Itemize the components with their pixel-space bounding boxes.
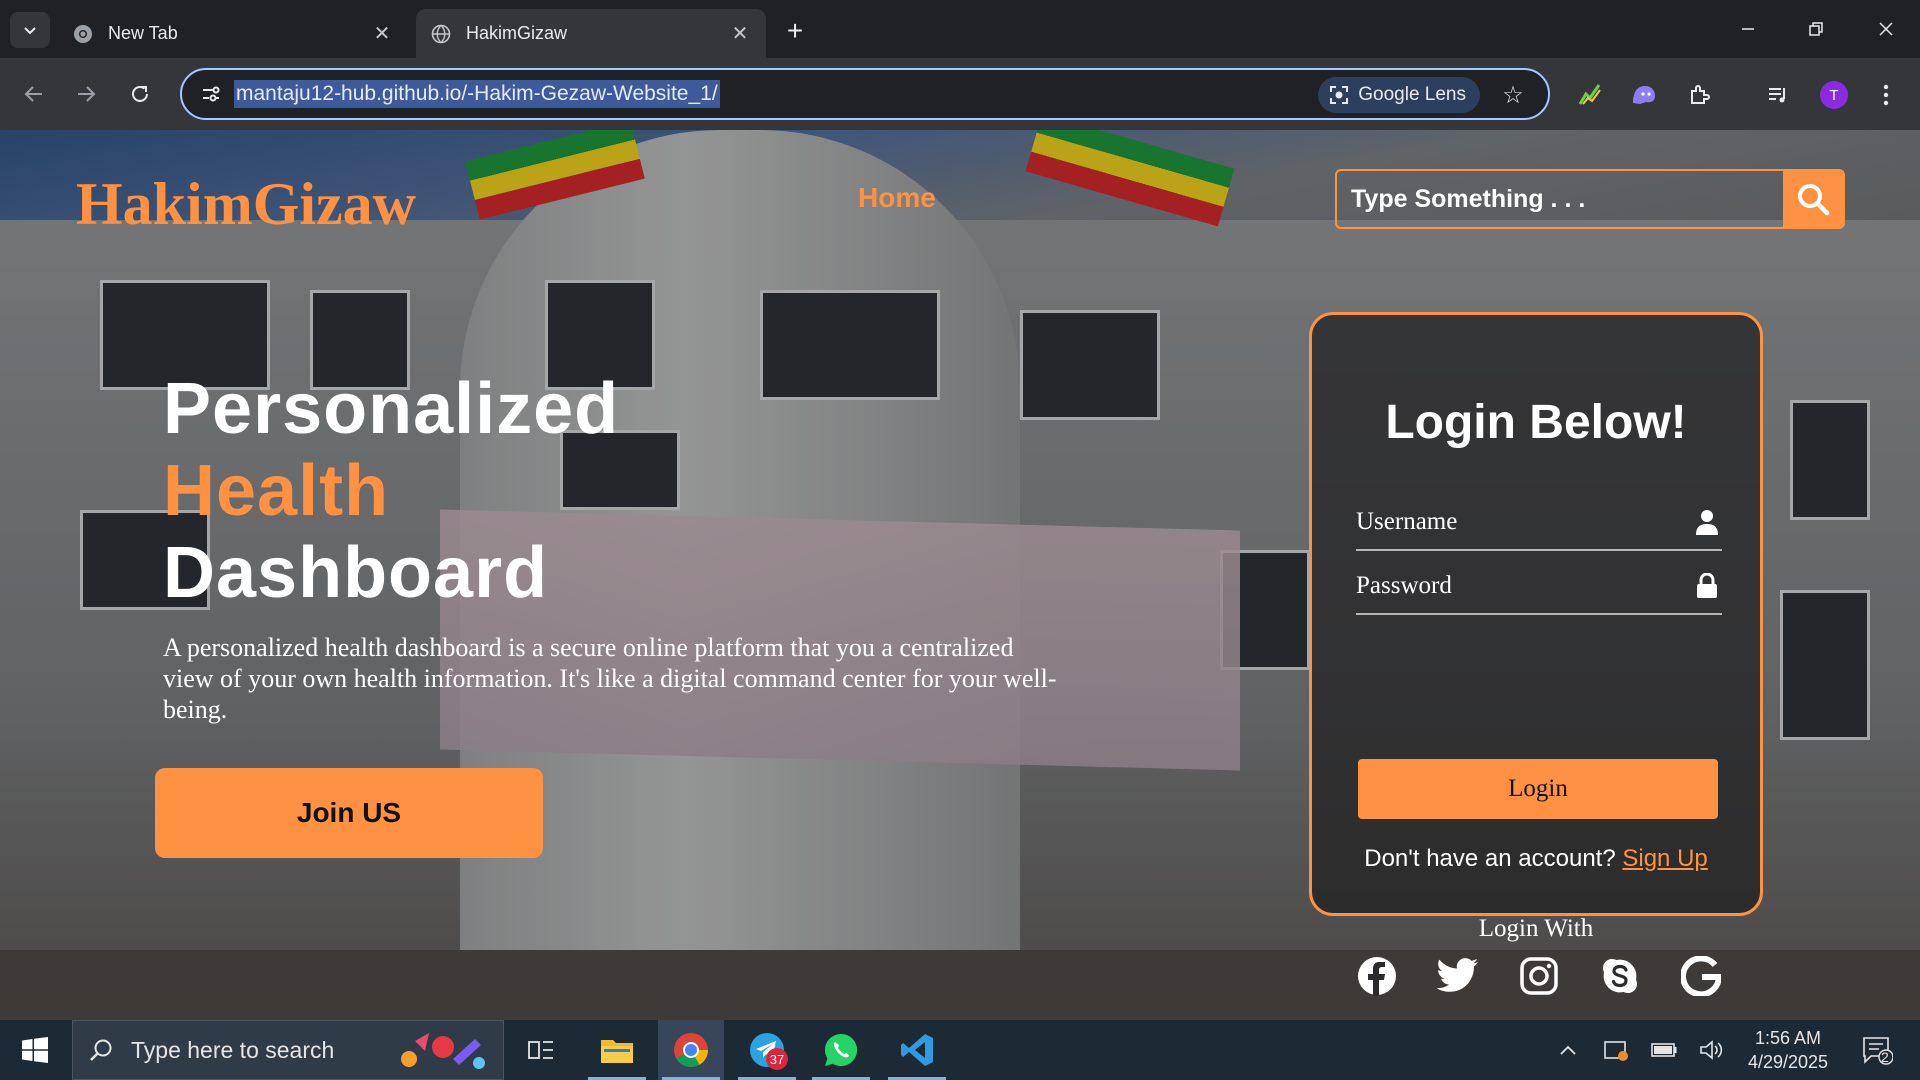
site-logo[interactable]: HakimGizaw <box>76 170 416 239</box>
restore-button[interactable] <box>1788 8 1844 50</box>
login-title: Login Below! <box>1385 396 1687 449</box>
minimize-icon <box>1742 28 1754 30</box>
show-hidden-icons[interactable] <box>1550 1020 1586 1080</box>
url-text[interactable]: mantaju12-hub.github.io/-Hakim-Gezaw-Web… <box>234 80 720 108</box>
reading-list-icon[interactable] <box>1758 75 1798 115</box>
start-button[interactable] <box>0 1020 70 1080</box>
social-login-row <box>1356 955 1722 997</box>
windows-icon <box>22 1037 48 1063</box>
close-window-button[interactable] <box>1858 8 1914 50</box>
chrome-icon <box>72 23 94 45</box>
file-explorer-button[interactable] <box>584 1020 650 1080</box>
arrow-right-icon <box>78 86 96 102</box>
password-label: Password <box>1356 572 1452 599</box>
nav-home-link[interactable]: Home <box>858 182 936 214</box>
windows-taskbar: Type here to search 37 1:56 AM 4/29/2025 <box>0 1020 1920 1080</box>
site-info-icon[interactable] <box>188 74 234 114</box>
tab-search-button[interactable] <box>10 12 50 48</box>
search-input[interactable] <box>1337 171 1783 227</box>
instagram-icon[interactable] <box>1518 955 1560 997</box>
chrome-icon <box>674 1033 708 1067</box>
profile-initial: T <box>1820 81 1848 109</box>
vscode-button[interactable] <box>884 1020 950 1080</box>
web-page: HakimGizaw Home Personalized Health Dash… <box>0 130 1920 1020</box>
forward-button[interactable] <box>66 74 106 114</box>
close-icon <box>1879 22 1893 36</box>
login-card: Login Below! Username Password Login Don… <box>1309 312 1763 996</box>
tab-title: New Tab <box>108 23 178 43</box>
password-field[interactable]: Password <box>1356 559 1722 615</box>
volume-icon[interactable] <box>1692 1020 1732 1080</box>
search-button[interactable] <box>1783 171 1843 227</box>
restore-icon <box>1809 22 1823 36</box>
skype-icon[interactable] <box>1599 955 1641 997</box>
lens-icon <box>1330 86 1349 104</box>
lock-icon <box>1692 573 1722 599</box>
telegram-button[interactable]: 37 <box>734 1020 800 1080</box>
back-button[interactable] <box>14 74 54 114</box>
signup-link[interactable]: Sign Up <box>1622 845 1707 872</box>
folder-icon <box>601 1040 633 1063</box>
new-tab-button[interactable]: + <box>778 14 812 48</box>
notification-center-button[interactable]: 2 <box>1852 1020 1902 1080</box>
close-tab-icon[interactable]: ✕ <box>370 22 394 46</box>
tab-new-tab[interactable]: New Tab ✕ <box>58 9 408 58</box>
browser-toolbar: mantaju12-hub.github.io/-Hakim-Gezaw-Web… <box>0 58 1920 130</box>
chrome-taskbar-button[interactable] <box>658 1020 724 1080</box>
google-lens-label: Google Lens <box>1358 84 1466 105</box>
browser-menu-icon[interactable] <box>1866 75 1906 115</box>
hero-title-line-1: Personalized <box>163 369 620 449</box>
clock-date: 4/29/2025 <box>1747 1052 1829 1072</box>
task-view-button[interactable] <box>508 1020 574 1080</box>
arrow-left-icon <box>24 86 42 102</box>
signup-prompt: Don't have an account? <box>1364 845 1616 872</box>
extension-chart-icon[interactable] <box>1570 75 1610 115</box>
address-bar[interactable]: mantaju12-hub.github.io/-Hakim-Gezaw-Web… <box>180 68 1550 120</box>
whatsapp-icon <box>824 1033 858 1066</box>
task-view-icon <box>528 1041 553 1059</box>
battery-icon[interactable] <box>1644 1020 1684 1080</box>
tab-strip: New Tab ✕ HakimGizaw ✕ + <box>0 0 1920 58</box>
search-icon <box>90 1039 112 1061</box>
tab-hakimgizaw[interactable]: HakimGizaw ✕ <box>416 9 766 58</box>
minimize-button[interactable] <box>1720 8 1776 50</box>
hero-title-line-3: Dashboard <box>163 533 549 613</box>
username-field[interactable]: Username <box>1356 495 1722 551</box>
twitter-icon[interactable] <box>1437 955 1479 997</box>
bookmark-star-icon[interactable]: ☆ <box>1496 78 1530 112</box>
site-search <box>1335 169 1845 229</box>
taskbar-search-placeholder: Type here to search <box>131 1036 335 1063</box>
whatsapp-button[interactable] <box>808 1020 874 1080</box>
clock-time: 1:56 AM <box>1754 1028 1822 1048</box>
taskbar-clock[interactable]: 1:56 AM 4/29/2025 <box>1732 1026 1844 1074</box>
google-lens-button[interactable]: Google Lens <box>1318 77 1480 113</box>
close-tab-icon[interactable]: ✕ <box>728 22 752 46</box>
notification-count: 2 <box>1881 1049 1889 1065</box>
search-highlight-icon <box>395 1029 491 1079</box>
extensions-puzzle-icon[interactable] <box>1680 75 1720 115</box>
telegram-badge: 37 <box>766 1048 788 1070</box>
search-icon <box>1798 184 1830 216</box>
chevron-down-icon <box>24 27 36 35</box>
taskbar-search[interactable]: Type here to search <box>72 1020 504 1080</box>
globe-icon <box>430 23 452 45</box>
hero-description: A personalized health dashboard is a sec… <box>163 633 1057 724</box>
login-button[interactable]: Login <box>1358 759 1718 819</box>
signup-row: Don't have an account? Sign Up <box>1312 845 1760 873</box>
username-label: Username <box>1356 508 1458 535</box>
user-icon <box>1692 509 1722 535</box>
chevron-up-icon <box>1560 1045 1576 1055</box>
tab-title: HakimGizaw <box>466 23 568 43</box>
extension-ghost-icon[interactable] <box>1624 75 1664 115</box>
login-with-label: Login With <box>1478 915 1594 942</box>
reload-icon <box>132 85 148 102</box>
vscode-icon <box>901 1034 933 1066</box>
reload-button[interactable] <box>120 74 160 114</box>
profile-avatar[interactable]: T <box>1814 75 1854 115</box>
meet-now-icon[interactable] <box>1596 1020 1636 1080</box>
google-icon[interactable] <box>1680 955 1722 997</box>
facebook-icon[interactable] <box>1356 955 1398 997</box>
hero-title-line-2: Health <box>163 451 390 531</box>
join-us-button[interactable]: Join US <box>155 768 543 858</box>
